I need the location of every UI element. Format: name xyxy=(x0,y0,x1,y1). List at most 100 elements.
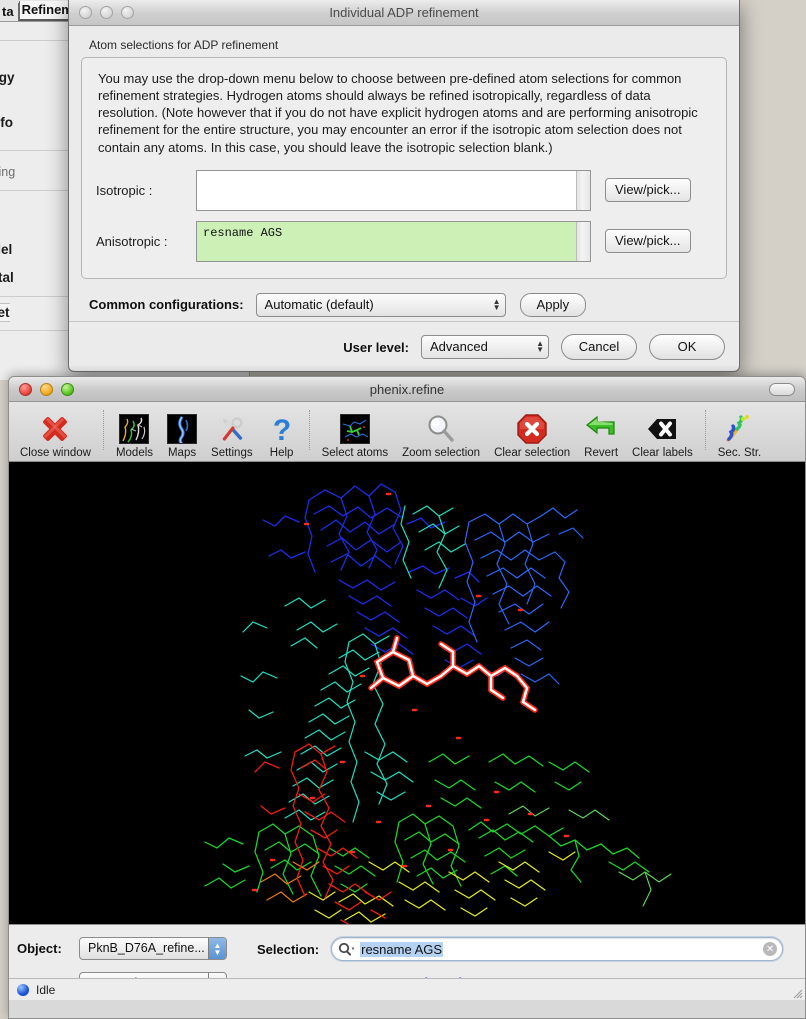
close-icon[interactable] xyxy=(19,383,32,396)
phenix-refine-window: phenix.refine Close window xyxy=(8,376,806,1019)
object-label: Object: xyxy=(17,941,79,956)
zoom-icon[interactable] xyxy=(61,383,74,396)
individual-adp-refinement-dialog: Individual ADP refinement Atom selection… xyxy=(68,0,740,372)
zoom-icon[interactable] xyxy=(121,6,134,19)
toolbar-item-models[interactable]: Models xyxy=(109,403,160,459)
toolbar-item-zoom-selection[interactable]: Zoom selection xyxy=(395,403,487,459)
anisotropic-view-pick-button[interactable]: View/pick... xyxy=(605,229,691,253)
toolbar-label: Select atoms xyxy=(322,447,388,459)
bg-clipped-line: and weighting xyxy=(0,165,15,179)
user-level-select[interactable]: Advanced ▲▼ xyxy=(421,335,549,359)
bg-clipped-line: ment target xyxy=(0,303,10,322)
user-level-label: User level: xyxy=(343,340,409,355)
isotropic-scrollbar[interactable] xyxy=(576,171,590,210)
bg-clipped-line: ence model xyxy=(0,242,12,257)
footer-divider xyxy=(69,321,739,322)
selection-value: resname AGS xyxy=(360,942,443,957)
common-configurations-value: Automatic (default) xyxy=(265,297,374,312)
anisotropic-selection-input[interactable]: resname AGS xyxy=(196,221,591,262)
group-label: Atom selections for ADP refinement xyxy=(89,38,727,52)
green-left-arrow-icon xyxy=(585,412,617,446)
stepper-arrows-icon: ▲▼ xyxy=(493,299,501,311)
phenix-window-controls[interactable] xyxy=(9,383,74,396)
toolbar-label: Settings xyxy=(211,447,253,459)
common-configurations-select[interactable]: Automatic (default) ▲▼ xyxy=(256,293,506,317)
rainbow-helix-icon xyxy=(723,412,755,446)
main-toolbar: Close window Models xyxy=(9,402,805,462)
status-text: Idle xyxy=(36,983,55,997)
toolbar-label: Maps xyxy=(168,447,196,459)
minimize-icon[interactable] xyxy=(40,383,53,396)
bg-clipped-line: xperimental xyxy=(0,270,14,285)
object-row: Object: PknB_D76A_refine... ▲▼ xyxy=(17,937,227,960)
toolbar-separator xyxy=(309,410,310,450)
status-indicator-icon xyxy=(17,984,29,996)
isotropic-selection-input[interactable] xyxy=(196,170,591,211)
close-icon[interactable] xyxy=(79,6,92,19)
anisotropic-scrollbar[interactable] xyxy=(576,222,590,261)
isotropic-label: Isotropic : xyxy=(96,183,196,198)
toolbar-item-maps[interactable]: Maps xyxy=(160,403,204,459)
toolbar-item-revert[interactable]: Revert xyxy=(577,403,625,459)
selection-search-input[interactable]: resname AGS ✕ xyxy=(331,937,783,961)
toolbar-toggle-button[interactable] xyxy=(769,383,795,396)
toolbar-item-close-window[interactable]: Close window xyxy=(13,403,98,459)
toolbar-item-clear-selection[interactable]: Clear selection xyxy=(487,403,577,459)
toolbar-label: Zoom selection xyxy=(402,447,480,459)
atom-selections-groupbox: You may use the drop-down menu below to … xyxy=(81,57,727,279)
cancel-button[interactable]: Cancel xyxy=(561,334,637,360)
object-value: PknB_D76A_refine... xyxy=(88,941,205,955)
search-icon[interactable] xyxy=(338,942,355,956)
tools-icon xyxy=(216,412,248,446)
screen: ta Refinem ent strategy elections fo and… xyxy=(0,0,806,1019)
toolbar-label: Help xyxy=(270,447,294,459)
toolbar-item-clear-labels[interactable]: Clear labels xyxy=(625,403,700,459)
toolbar-separator xyxy=(705,410,706,450)
toolbar-label: Clear selection xyxy=(494,447,570,459)
common-configurations-row: Common configurations: Automatic (defaul… xyxy=(89,293,727,317)
selection-label: Selection: xyxy=(257,942,319,957)
dialog-title: Individual ADP refinement xyxy=(69,5,739,20)
question-mark-icon: ? xyxy=(267,412,297,446)
anisotropic-row: Anisotropic : resname AGS View/pick... xyxy=(96,221,712,262)
phenix-title-bar[interactable]: phenix.refine xyxy=(9,377,805,402)
stepper-arrows-icon: ▲▼ xyxy=(536,341,544,353)
dialog-window-controls[interactable] xyxy=(69,6,134,19)
toolbar-label: Close window xyxy=(20,447,91,459)
toolbar-separator xyxy=(103,410,104,450)
dialog-footer: User level: Advanced ▲▼ Cancel OK xyxy=(343,334,725,360)
toolbar-label: Sec. Str. xyxy=(718,447,761,459)
object-select[interactable]: PknB_D76A_refine... ▲▼ xyxy=(79,937,227,960)
isotropic-row: Isotropic : View/pick... xyxy=(96,170,712,211)
status-bar: Idle xyxy=(9,978,805,1000)
dialog-content: Atom selections for ADP refinement You m… xyxy=(69,26,739,372)
red-x-icon xyxy=(39,412,71,446)
clear-icon[interactable]: ✕ xyxy=(763,942,777,956)
dialog-title-bar[interactable]: Individual ADP refinement xyxy=(69,0,739,26)
toolbar-item-sec-str[interactable]: Sec. Str. xyxy=(711,403,768,459)
bg-clipped-line: elections fo xyxy=(0,115,13,130)
ok-button[interactable]: OK xyxy=(649,334,725,360)
apply-button[interactable]: Apply xyxy=(520,293,587,317)
maps-thumbnail-icon xyxy=(167,412,197,446)
select-atoms-thumbnail-icon xyxy=(340,412,370,446)
selection-row: Selection: resname AGS ✕ xyxy=(257,937,783,961)
bg-clipped-line: ent strategy xyxy=(0,70,15,85)
resize-grip[interactable] xyxy=(791,986,803,998)
user-level-value: Advanced xyxy=(430,339,488,354)
toolbar-label: Models xyxy=(116,447,153,459)
toolbar-item-select-atoms[interactable]: Select atoms xyxy=(315,403,395,459)
background-tab-data[interactable]: ta xyxy=(0,3,19,21)
molecule-render xyxy=(9,462,805,924)
black-arrow-x-icon xyxy=(646,412,678,446)
toolbar-label: Revert xyxy=(584,447,618,459)
toolbar-item-help[interactable]: ? Help xyxy=(260,403,304,459)
anisotropic-label: Anisotropic : xyxy=(96,234,196,249)
molecular-viewport[interactable] xyxy=(9,462,805,924)
common-configurations-label: Common configurations: xyxy=(89,297,244,312)
minimize-icon[interactable] xyxy=(100,6,113,19)
stepper-arrows-icon: ▲▼ xyxy=(208,938,226,959)
isotropic-view-pick-button[interactable]: View/pick... xyxy=(605,178,691,202)
bottom-control-panel: Object: PknB_D76A_refine... ▲▼ Mouse: Ro… xyxy=(9,924,805,1000)
toolbar-item-settings[interactable]: Settings xyxy=(204,403,260,459)
